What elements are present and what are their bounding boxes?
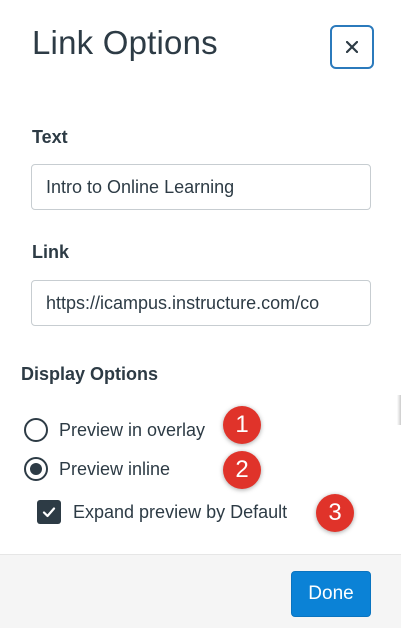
done-button[interactable]: Done (291, 571, 371, 617)
text-input[interactable]: Intro to Online Learning (31, 164, 371, 210)
display-options-label: Display Options (21, 364, 159, 384)
close-icon (346, 41, 358, 53)
link-input[interactable]: https://icampus.instructure.com/co (31, 280, 371, 326)
annotation-badge-1: 1 (223, 406, 261, 444)
link-input-value: https://icampus.instructure.com/co (46, 292, 320, 313)
text-field-label: Text (32, 127, 68, 147)
preview-overlay-radio[interactable] (24, 418, 48, 442)
scroll-edge-shadow (397, 395, 401, 425)
preview-overlay-label: Preview in overlay (59, 419, 206, 440)
close-button[interactable] (330, 25, 374, 69)
annotation-badge-3: 3 (316, 494, 354, 532)
expand-preview-option[interactable]: Expand preview by Default (37, 500, 287, 524)
text-input-value: Intro to Online Learning (46, 176, 235, 197)
preview-inline-radio[interactable] (24, 457, 48, 481)
expand-preview-label: Expand preview by Default (73, 501, 288, 522)
checkmark-icon (42, 507, 56, 518)
radio-selected-dot (30, 463, 42, 475)
annotation-badge-2: 2 (223, 451, 261, 489)
preview-inline-label: Preview inline (59, 458, 171, 479)
expand-preview-checkbox[interactable] (37, 500, 61, 524)
preview-overlay-option[interactable]: Preview in overlay (24, 418, 205, 442)
dialog-title: Link Options (32, 24, 218, 61)
dialog-footer: Done (0, 554, 401, 628)
preview-inline-option[interactable]: Preview inline (24, 457, 170, 481)
link-field-label: Link (32, 242, 70, 262)
